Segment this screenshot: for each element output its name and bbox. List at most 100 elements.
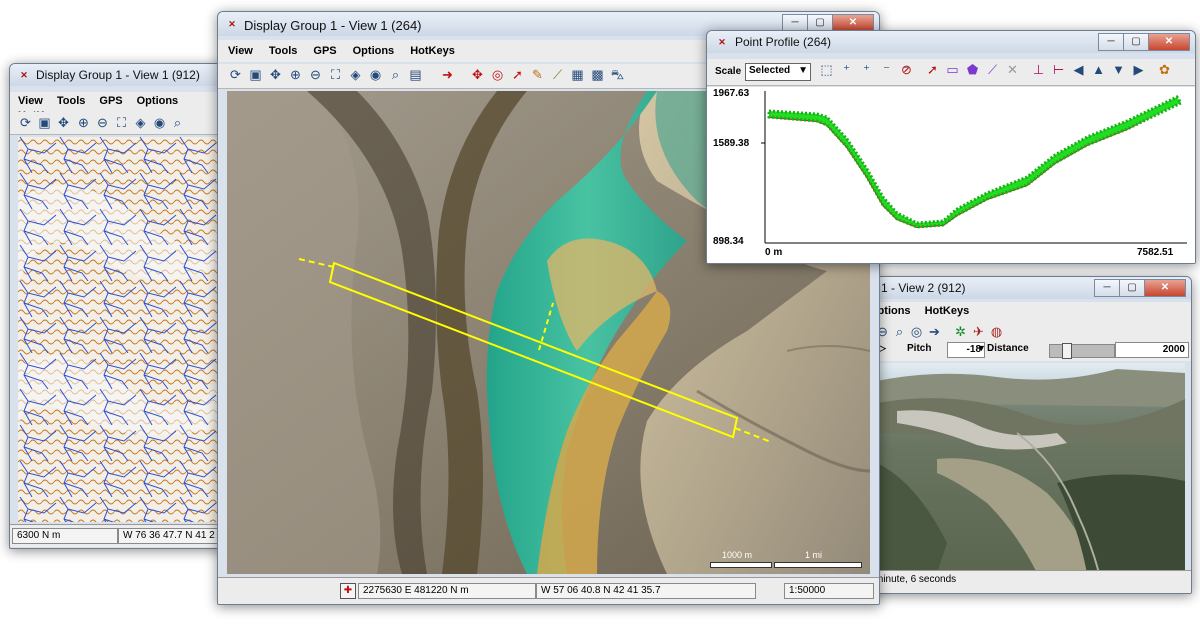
perspective-view-canvas[interactable] [877, 363, 1185, 573]
profile-chart-svg [761, 91, 1187, 244]
select-one-icon[interactable]: ⬚ [819, 62, 834, 77]
tntmips-icon: ✕ [20, 70, 28, 80]
pitch-dropdown-icon[interactable]: ▼ [977, 343, 986, 353]
profile-titlebar[interactable]: ✕ Point Profile (264) ─ ▢ ✕ [707, 31, 1195, 53]
rectangle-icon[interactable]: ▭ [945, 62, 960, 77]
tree-icon[interactable]: ✲ [953, 324, 968, 339]
measure-icon[interactable]: ⟋ [550, 67, 565, 82]
zoom-in-icon[interactable]: ⊕ [288, 67, 303, 82]
magnify-icon[interactable]: ⌕ [892, 324, 907, 339]
point-profile-window: ✕ Point Profile (264) ─ ▢ ✕ Scale Select… [706, 30, 1196, 264]
scalebar-miles-label: 1 mi [805, 550, 823, 560]
zoom-out-icon[interactable]: ⊖ [308, 67, 323, 82]
cross-icon[interactable]: ✕ [1005, 62, 1020, 77]
horizontal-marker-icon[interactable]: ⊥ [1031, 62, 1046, 77]
view2-menu-hotkeys[interactable]: HotKeys [917, 302, 976, 317]
gps-cursor-icon[interactable]: ✚ [340, 583, 356, 599]
layer-icon[interactable]: ◈ [133, 115, 148, 130]
close-button[interactable]: ✕ [1148, 33, 1190, 51]
scalebar: 1000 m 1 mi [710, 550, 862, 570]
sketch-icon[interactable]: ✎ [530, 67, 545, 82]
pan-icon[interactable]: ✥ [268, 67, 283, 82]
flyby-icon[interactable]: ✈ [971, 324, 986, 339]
minimize-button[interactable]: ─ [1094, 279, 1120, 297]
scale-dropdown[interactable]: Selected ▼ [745, 63, 811, 81]
distance-slider[interactable] [1049, 343, 1115, 359]
camera-icon[interactable]: ▤ [408, 67, 423, 82]
main-menu-gps[interactable]: GPS [305, 40, 344, 57]
left-titlebar[interactable]: ✕ Display Group 1 - View 1 (912) [10, 64, 224, 86]
left-menubar: ViewToolsGPSOptionsHotKeys [10, 92, 224, 122]
select-arrow-icon[interactable]: ➚ [510, 67, 525, 82]
scalebar-miles-bar [774, 562, 862, 568]
arrow-down-icon[interactable]: ▼ [1111, 62, 1126, 77]
maximize-button[interactable]: ▢ [1119, 279, 1145, 297]
contour-map-canvas[interactable] [18, 137, 218, 522]
view2-control-glyph: ▷ [879, 343, 886, 353]
redraw-icon[interactable]: ⟳ [18, 115, 33, 130]
profile-vegetation-band [767, 95, 1184, 229]
car-icon[interactable]: ⛍ [610, 67, 625, 82]
grid-icon[interactable]: ▩ [590, 67, 605, 82]
add-point-icon[interactable]: ⁺ [839, 62, 854, 77]
profile-plot-area[interactable]: 1967.63 1589.38 898.34 0 m 7582.51 [707, 87, 1195, 263]
magnify-icon[interactable]: ⌕ [170, 115, 185, 130]
move-tool-icon[interactable]: ✥ [470, 67, 485, 82]
zoom-box-icon[interactable]: ⛶ [114, 115, 129, 130]
globe-icon[interactable]: ◉ [152, 115, 167, 130]
view2-window-title: p 1 - View 2 (912) [871, 281, 966, 295]
layer-icon[interactable]: ◈ [348, 67, 363, 82]
magnify-icon[interactable]: ⌕ [388, 67, 403, 82]
distance-label: Distance [987, 343, 1029, 354]
main-menu-hotkeys[interactable]: HotKeys [402, 40, 463, 57]
record-icon[interactable]: ◍ [989, 324, 1004, 339]
select-arrow-icon[interactable]: ➚ [925, 62, 940, 77]
view2-statusbar: minute, 6 seconds [865, 570, 1191, 593]
arrow-left-icon[interactable]: ◀ [1071, 62, 1086, 77]
polygon-icon[interactable]: ⬟ [965, 62, 980, 77]
left-window-title: Display Group 1 - View 1 (912) [36, 68, 200, 82]
view-icon[interactable]: ◎ [909, 324, 924, 339]
view2-titlebar[interactable]: p 1 - View 2 (912) ─ ▢ ✕ [865, 277, 1191, 299]
left-menu-gps[interactable]: GPS [91, 92, 128, 107]
palette-icon[interactable]: ✿ [1157, 62, 1172, 77]
histogram-icon[interactable]: ▦ [570, 67, 585, 82]
arrow-right-icon[interactable]: ▶ [1131, 62, 1146, 77]
zoom-select-icon[interactable]: ◎ [490, 67, 505, 82]
full-view-icon[interactable]: ▣ [248, 67, 263, 82]
arrow-up-icon[interactable]: ▲ [1091, 62, 1106, 77]
distance-input[interactable]: 2000 [1115, 342, 1189, 358]
main-window-title: Display Group 1 - View 1 (264) [244, 18, 422, 33]
minimize-button[interactable]: ─ [1098, 33, 1124, 51]
left-menu-tools[interactable]: Tools [49, 92, 92, 107]
line-icon[interactable]: ⟋ [985, 62, 1000, 77]
main-statusbar: ✚ 2275630 E 481220 N m W 57 06 40.8 N 42… [218, 577, 879, 604]
left-menu-options[interactable]: Options [129, 92, 185, 107]
profile-window-controls: ─ ▢ ✕ [1098, 33, 1190, 51]
view2-menubar: Options HotKeys [865, 302, 1191, 322]
zoom-in-icon[interactable]: ⊕ [76, 115, 91, 130]
add-point-icon[interactable]: ⁺ [859, 62, 874, 77]
redraw-icon[interactable]: ⟳ [228, 67, 243, 82]
close-button[interactable]: ✕ [1144, 279, 1186, 297]
zoom-out-icon[interactable]: ⊖ [95, 115, 110, 130]
arrow-icon[interactable]: ➔ [927, 324, 942, 339]
remove-point-icon[interactable]: ⁻ [879, 62, 894, 77]
clear-icon[interactable]: ⊘ [899, 62, 914, 77]
view2-status-text: minute, 6 seconds [875, 574, 957, 585]
pan-icon[interactable]: ✥ [56, 115, 71, 130]
left-status-coords: 6300 N m [12, 528, 118, 544]
main-menu-view[interactable]: View [218, 40, 261, 57]
left-menu-view[interactable]: View [10, 92, 49, 107]
globe-icon[interactable]: ◉ [368, 67, 383, 82]
view2-window: p 1 - View 2 (912) ─ ▢ ✕ Options HotKeys … [864, 276, 1192, 594]
maximize-button[interactable]: ▢ [1123, 33, 1149, 51]
main-status-scale[interactable]: 1:50000 [784, 583, 874, 599]
zoom-box-icon[interactable]: ⛶ [328, 67, 343, 82]
main-menu-tools[interactable]: Tools [261, 40, 306, 57]
gps-arrow-icon[interactable]: ➜ [440, 67, 455, 82]
full-view-icon[interactable]: ▣ [37, 115, 52, 130]
distance-slider-thumb[interactable] [1062, 343, 1072, 359]
main-menu-options[interactable]: Options [345, 40, 403, 57]
vertical-marker-icon[interactable]: ⊢ [1051, 62, 1066, 77]
